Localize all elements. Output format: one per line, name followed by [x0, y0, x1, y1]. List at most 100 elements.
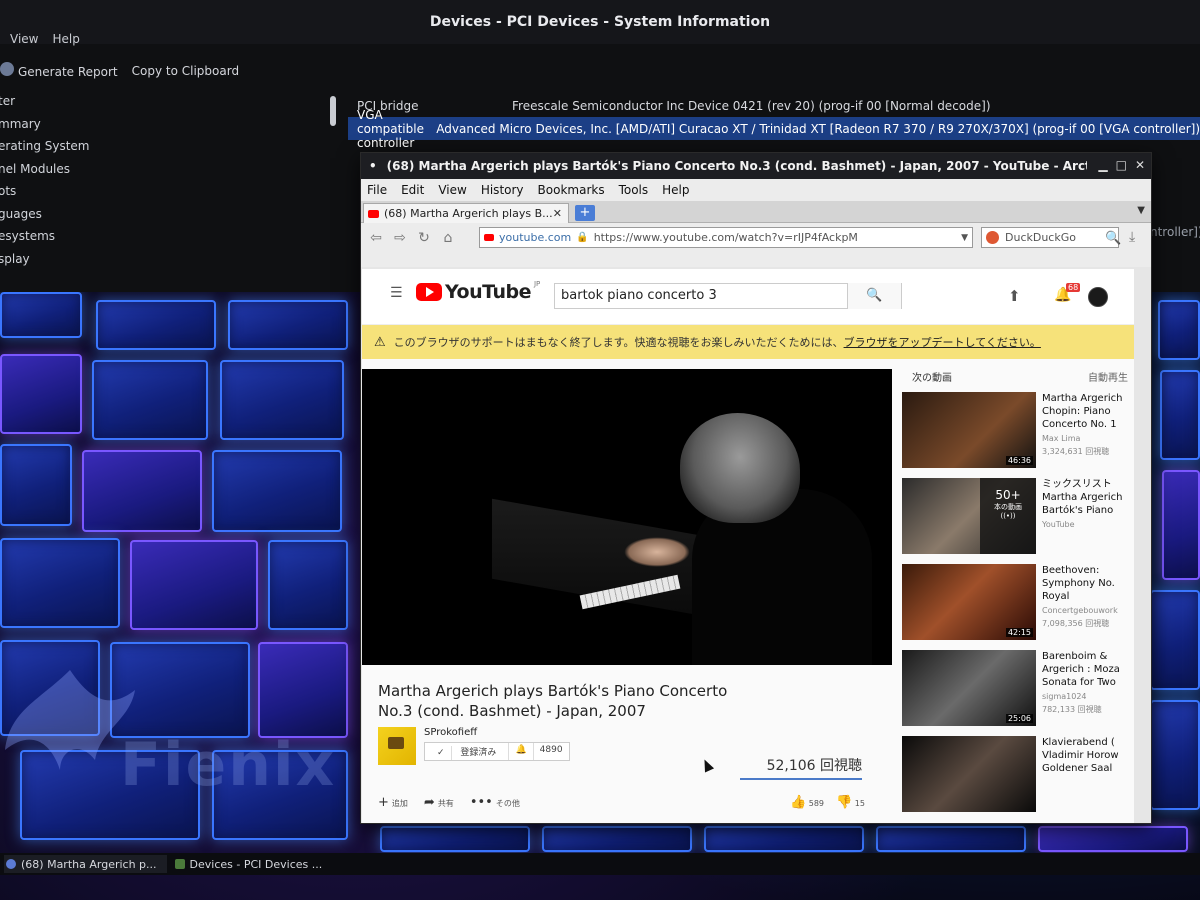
wallpaper-tile — [1150, 590, 1200, 690]
tree-item[interactable]: ter — [0, 90, 90, 113]
menu-view[interactable]: View — [438, 183, 466, 197]
recommended-video[interactable]: 42:15 Beethoven: Symphony No. Royal Conc… — [902, 564, 1134, 650]
mix-thumbnail: 50+ 本の動画 ((•)) — [902, 478, 1036, 554]
new-tab-button[interactable]: + — [575, 205, 595, 221]
recommended-video[interactable]: 46:36 Martha Argerich Chopin: Piano Conc… — [902, 392, 1134, 478]
download-icon[interactable]: ⤓ — [1129, 229, 1135, 245]
mix-count-overlay: 50+ 本の動画 ((•)) — [980, 478, 1036, 554]
menu-tools[interactable]: Tools — [619, 183, 649, 197]
recommended-views: 3,324,631 回視聴 — [1042, 447, 1110, 456]
thumbs-up-icon: 👍 — [790, 795, 807, 810]
tree-item[interactable]: esystems — [0, 225, 90, 248]
autoplay-toggle[interactable]: 自動再生 — [1088, 369, 1134, 384]
tree-item[interactable]: mmary — [0, 113, 90, 136]
wallpaper-tile — [212, 450, 342, 532]
browser-window-title: (68) Martha Argerich plays Bartók's Pian… — [386, 159, 1087, 173]
tab-youtube[interactable]: (68) Martha Argerich plays B... ✕ — [363, 203, 569, 223]
menu-edit[interactable]: Edit — [401, 183, 424, 197]
search-engine-bar[interactable]: DuckDuckGo — [981, 227, 1119, 248]
youtube-logo[interactable]: YouTube JP — [416, 280, 540, 303]
sysinfo-app-icon — [174, 859, 185, 869]
report-icon — [0, 62, 14, 76]
tree-item[interactable]: guages — [0, 203, 90, 226]
back-arrow-icon[interactable]: ⇦ — [367, 229, 385, 247]
recommended-video[interactable]: 25:06 Barenboim & Argerich : Moza Sonata… — [902, 650, 1134, 736]
video-title: Martha Argerich plays Bartók's Piano Con… — [378, 682, 728, 720]
tab-strip: (68) Martha Argerich plays B... ✕ + ▼ — [361, 201, 1151, 223]
device-row-selected[interactable]: VGA compatible controller Advanced Micro… — [348, 108, 1200, 150]
wallpaper-tile — [380, 826, 530, 852]
reload-icon[interactable]: ↻ — [415, 229, 433, 247]
video-thumbnail — [902, 736, 1036, 812]
menu-bookmarks[interactable]: Bookmarks — [538, 183, 605, 197]
url-bar[interactable]: youtube.com 🔒 https://www.youtube.com/wa… — [479, 227, 973, 248]
home-icon[interactable]: ⌂ — [439, 229, 457, 247]
menu-history[interactable]: History — [481, 183, 524, 197]
wallpaper-tile — [0, 444, 72, 526]
taskbar-item-browser[interactable]: (68) Martha Argerich p... — [4, 855, 167, 873]
forward-arrow-icon[interactable]: ⇨ — [391, 229, 409, 247]
menu-help[interactable]: Help — [52, 32, 79, 46]
tab-title: (68) Martha Argerich plays B... — [384, 207, 553, 220]
navigation-toolbar: ⇦ ⇨ ↻ ⌂ youtube.com 🔒 https://www.youtub… — [361, 223, 1151, 253]
maximize-button[interactable]: □ — [1116, 158, 1127, 172]
tree-item[interactable]: nel Modules — [0, 158, 90, 181]
close-button[interactable]: ✕ — [1135, 158, 1145, 172]
dislike-button[interactable]: 👎 15 — [836, 795, 865, 810]
tree-item[interactable]: ots — [0, 180, 90, 203]
search-engine-label: DuckDuckGo — [1005, 231, 1076, 244]
share-button[interactable]: ➦ 共有 — [424, 795, 454, 810]
mix-count: 50+ — [995, 488, 1021, 502]
window-menu-icon[interactable]: • — [369, 159, 377, 173]
hamburger-menu-icon[interactable]: ☰ — [390, 285, 403, 301]
duckduckgo-icon — [986, 231, 999, 244]
upload-icon[interactable]: ⬆ — [1008, 287, 1021, 305]
wallpaper-tile — [92, 360, 208, 440]
category-tree: ter mmary erating System nel Modules ots… — [0, 90, 90, 270]
browser-window[interactable]: • (68) Martha Argerich plays Bartók's Pi… — [360, 152, 1152, 824]
add-to-button[interactable]: + 追加 — [378, 795, 408, 810]
recommended-video[interactable]: Klavierabend ( Vladimir Horow Goldener S… — [902, 736, 1134, 822]
more-button[interactable]: ••• その他 — [470, 795, 520, 810]
menu-file[interactable]: File — [367, 183, 387, 197]
add-label: 追加 — [391, 799, 408, 808]
youtube-page: ☰ YouTube JP bartok piano concerto 3 🔍 ⬆… — [362, 269, 1134, 823]
video-thumbnail: 46:36 — [902, 392, 1036, 468]
youtube-header: ☰ YouTube JP bartok piano concerto 3 🔍 ⬆… — [362, 269, 1134, 325]
taskbar-item-sysinfo[interactable]: Devices - PCI Devices ... — [173, 855, 333, 873]
youtube-search-input[interactable]: bartok piano concerto 3 🔍 — [554, 283, 902, 309]
search-icon[interactable]: 🔍 — [847, 283, 901, 309]
tab-list-chevron-icon[interactable]: ▼ — [1137, 205, 1145, 216]
browser-titlebar[interactable]: • (68) Martha Argerich plays Bartók's Pi… — [361, 153, 1151, 179]
channel-name[interactable]: SProkofieff — [424, 727, 570, 738]
recommended-channel: sigma1024 — [1042, 692, 1087, 701]
url-dropdown-icon[interactable]: ▼ — [961, 233, 968, 243]
menu-help[interactable]: Help — [662, 183, 689, 197]
channel-avatar[interactable] — [378, 727, 416, 765]
subscribe-button[interactable]: ✓ 登録済み 🔔 4890 — [424, 742, 570, 761]
device-row[interactable]: PCI bridge Freescale Semiconductor Inc D… — [348, 94, 1200, 117]
like-button[interactable]: 👍 589 — [790, 795, 824, 810]
video-player[interactable] — [362, 369, 892, 665]
search-go-icon[interactable]: 🔍 — [1105, 231, 1121, 246]
minimize-button[interactable]: ▁ — [1098, 158, 1107, 172]
warning-text: このブラウザのサポートはまもなく終了します。快適な視聴をお楽しみいただくためには… — [393, 336, 844, 349]
tree-item[interactable]: splay — [0, 248, 90, 271]
rating-bar: 👍 589 👎 15 — [790, 795, 865, 810]
recommended-channel: Concertgebouwork — [1042, 606, 1118, 615]
tab-close-icon[interactable]: ✕ — [553, 207, 562, 220]
notification-toggle-icon[interactable]: 🔔 — [509, 743, 534, 760]
avatar[interactable] — [1088, 287, 1108, 307]
tree-scrollbar[interactable] — [330, 96, 336, 126]
video-actions: + 追加 ➦ 共有 ••• その他 — [378, 795, 520, 810]
update-browser-link[interactable]: ブラウザをアップデートしてください。 — [844, 334, 1041, 350]
recommended-mix[interactable]: 50+ 本の動画 ((•)) ミックスリスト Martha Argerich B… — [902, 478, 1134, 564]
generate-report-button[interactable]: Generate Report — [0, 62, 118, 79]
menu-view[interactable]: View — [10, 32, 38, 46]
tree-item[interactable]: erating System — [0, 135, 90, 158]
taskbar: (68) Martha Argerich p... Devices - PCI … — [0, 853, 1200, 875]
video-thumbnail: 25:06 — [902, 650, 1036, 726]
view-count: 52,106 回視聴 — [740, 755, 862, 780]
copy-clipboard-button[interactable]: Copy to Clipboard — [132, 64, 239, 78]
channel-info: SProkofieff ✓ 登録済み 🔔 4890 — [378, 727, 570, 765]
